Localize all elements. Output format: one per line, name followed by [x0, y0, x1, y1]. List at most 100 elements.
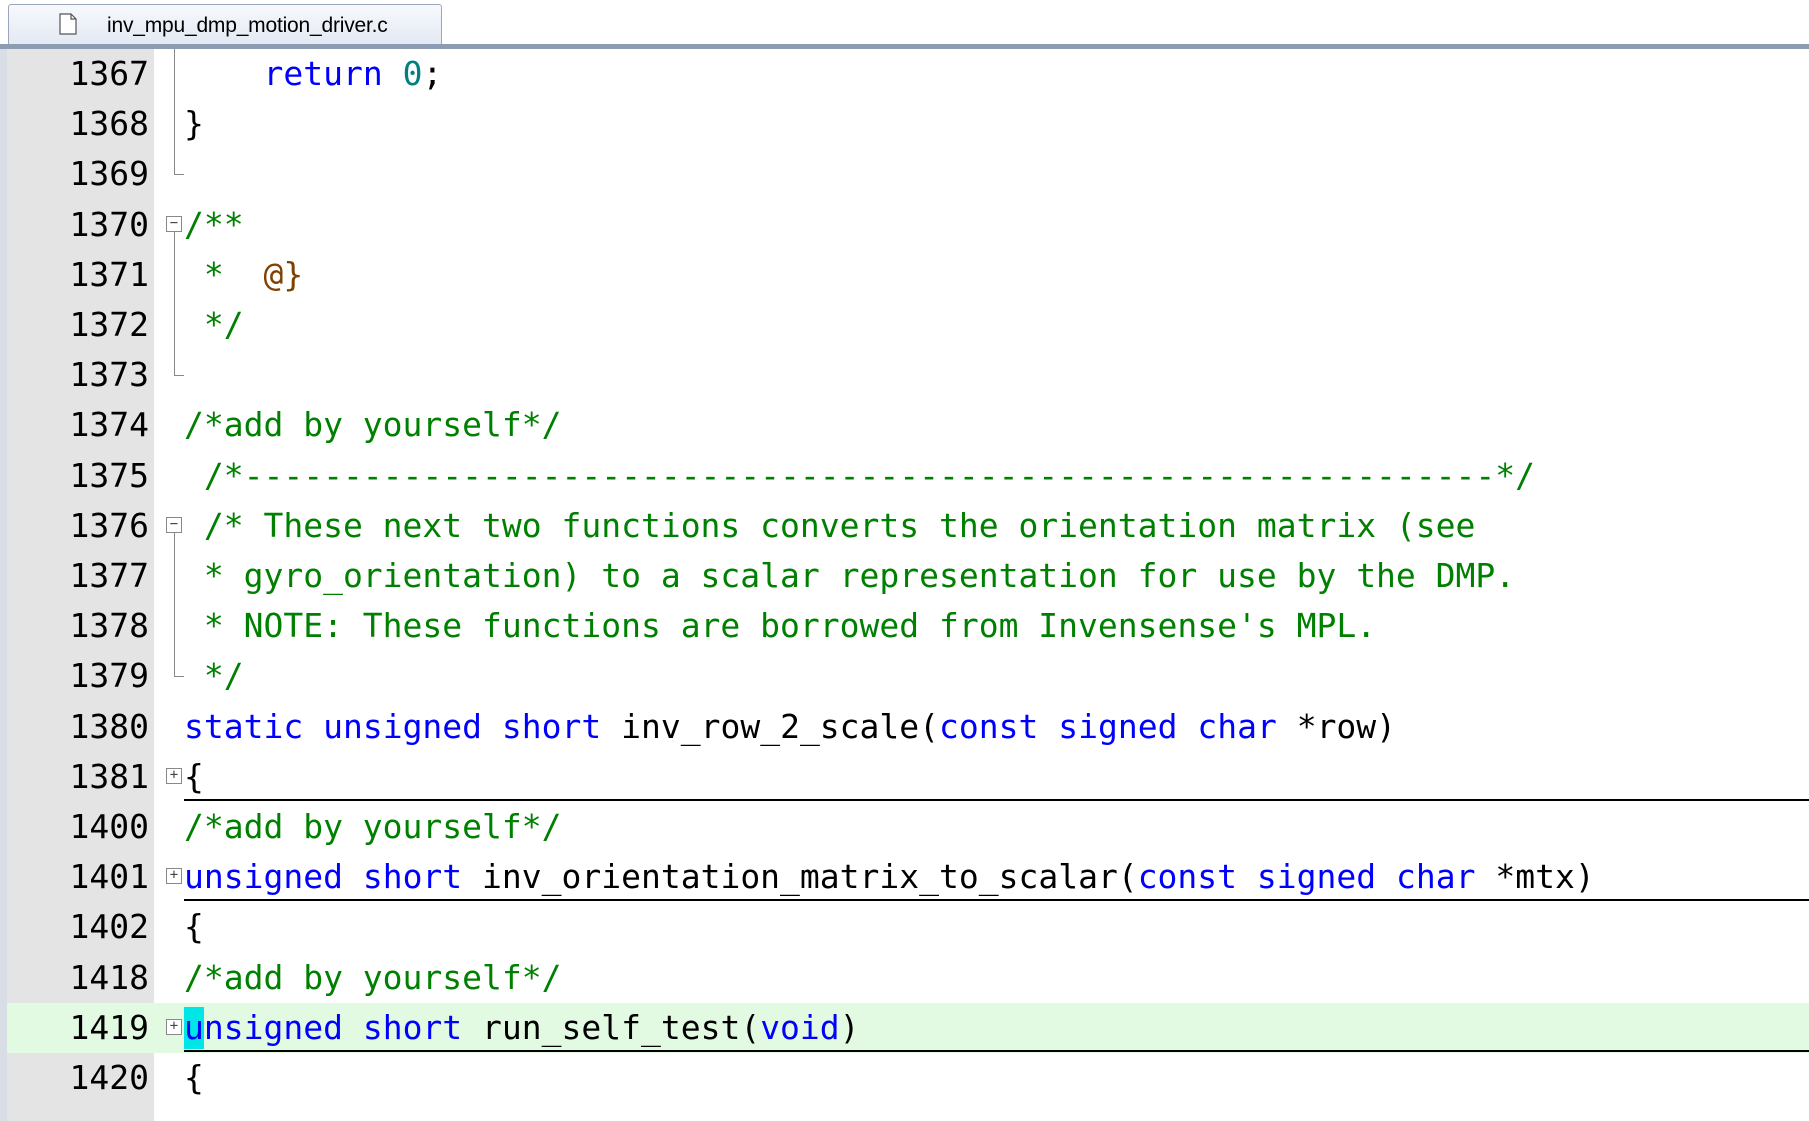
code-text: * gyro_orientation) to a scalar represen…: [184, 551, 1515, 601]
code-line[interactable]: 1367 return 0;: [7, 49, 1809, 99]
fold-expand-icon[interactable]: +: [166, 868, 182, 885]
fold-collapse-icon[interactable]: −: [166, 215, 182, 232]
code-line[interactable]: 1419 + unsigned short run_self_test(void): [7, 1002, 1809, 1053]
code-line[interactable]: 1376− /* These next two functions conver…: [7, 501, 1809, 551]
code-line[interactable]: 1378 * NOTE: These functions are borrowe…: [7, 601, 1809, 652]
code-text: /*--------------------------------------…: [184, 451, 1535, 501]
line-number: 1373: [69, 355, 149, 395]
code-token: /*add by yourself*/: [184, 807, 562, 846]
code-text: * @}: [184, 250, 303, 300]
code-token: /**: [184, 204, 244, 244]
code-text: }: [184, 99, 204, 149]
tab-bar: inv_mpu_dmp_motion_driver.c: [0, 0, 1809, 44]
code-token: char: [1396, 857, 1476, 897]
code-token: *: [184, 254, 264, 294]
fold-margin: [154, 601, 184, 652]
code-line[interactable]: 1372 */: [7, 300, 1809, 350]
line-number: 1368: [69, 104, 149, 144]
code-line[interactable]: 1381 +{: [7, 752, 1809, 802]
code-text: /*add by yourself*/: [184, 802, 562, 852]
code-line[interactable]: 1377 * gyro_orientation) to a scalar rep…: [7, 551, 1809, 601]
code-line[interactable]: 1373: [7, 350, 1809, 400]
fold-margin: [154, 1053, 184, 1103]
code-token: const: [1137, 857, 1238, 897]
code-token: signed: [1256, 857, 1377, 897]
line-number: 1380: [69, 706, 149, 746]
tab-file[interactable]: inv_mpu_dmp_motion_driver.c: [8, 4, 442, 44]
line-number: 1376: [69, 505, 149, 545]
code-line[interactable]: 1371 * @}: [7, 249, 1809, 300]
code-line[interactable]: 1374 /*add by yourself*/: [7, 400, 1809, 450]
fold-margin: [154, 953, 184, 1003]
code-token: signed: [1058, 706, 1178, 746]
fold-margin: [154, 49, 184, 99]
code-token: void: [760, 1007, 840, 1047]
line-number: 1420: [69, 1058, 149, 1097]
line-number: 1369: [69, 154, 149, 194]
code-line[interactable]: 1420 {: [7, 1053, 1809, 1103]
fold-collapse-icon[interactable]: −: [166, 516, 182, 533]
fold-margin: [154, 651, 184, 701]
editor-frame: [0, 49, 7, 1121]
code-token: /* These next two functions converts the…: [184, 505, 1476, 545]
fold-margin: [154, 300, 184, 350]
line-number: 1379: [69, 656, 149, 696]
code-text: * NOTE: These functions are borrowed fro…: [184, 601, 1376, 651]
line-number: 1375: [69, 455, 149, 495]
line-number: 1402: [69, 907, 149, 947]
fold-expand-icon[interactable]: +: [166, 1018, 182, 1035]
code-line[interactable]: 1379 */: [7, 651, 1809, 701]
code-line[interactable]: 1380 static unsigned short inv_row_2_scal…: [7, 702, 1809, 752]
line-number: 1374: [69, 405, 149, 445]
fold-margin: [154, 802, 184, 852]
code-editor[interactable]: 1367 return 0; 1368} 1369 1370−/** 1371 * @}…: [7, 49, 1809, 1121]
code-token: unsigned: [323, 706, 483, 746]
code-line[interactable]: 1402 {: [7, 902, 1809, 952]
code-line[interactable]: 1400 /*add by yourself*/: [7, 802, 1809, 852]
folded-block-marker: [184, 1049, 1809, 1052]
fold-margin: [154, 551, 184, 601]
code-text: /*add by yourself*/: [184, 953, 562, 1003]
line-number: 1378: [69, 606, 149, 646]
code-line[interactable]: 1370−/**: [7, 200, 1809, 250]
code-token: return: [263, 54, 383, 93]
code-token: /*--------------------------------------…: [184, 455, 1536, 495]
tab-filename: inv_mpu_dmp_motion_driver.c: [107, 14, 388, 37]
code-token: unsigned: [184, 857, 343, 897]
code-token: {: [184, 756, 204, 796]
fold-margin: +: [154, 1003, 184, 1053]
code-text: /*add by yourself*/: [184, 400, 562, 450]
code-text: {: [184, 752, 204, 802]
code-text: unsigned short inv_orientation_matrix_to…: [184, 852, 1595, 902]
code-text: unsigned short run_self_test(void): [184, 1003, 860, 1053]
fold-margin: +: [154, 752, 184, 802]
code-line[interactable]: 1368}: [7, 99, 1809, 150]
code-token: * gyro_orientation) to a scalar represen…: [184, 556, 1516, 595]
code-token: unsigned: [184, 1007, 343, 1047]
code-token: const: [939, 706, 1039, 746]
code-token: *mtx): [1475, 857, 1595, 897]
code-line[interactable]: 1401 + unsigned short inv_orientation_matr…: [7, 852, 1809, 902]
fold-margin: +: [154, 852, 184, 902]
folded-block-marker: [184, 798, 1809, 801]
fold-margin: [154, 350, 184, 400]
code-line[interactable]: 1369: [7, 149, 1809, 199]
code-text: {: [184, 902, 204, 952]
fold-expand-icon[interactable]: +: [166, 767, 182, 784]
code-token: short: [501, 706, 602, 746]
code-line[interactable]: 1375 /*---------------------------------…: [7, 451, 1809, 501]
code-token: 0: [402, 54, 423, 93]
code-token: static: [184, 706, 304, 746]
code-text: */: [184, 300, 244, 350]
code-line[interactable]: 1418 /*add by yourself*/: [7, 953, 1809, 1003]
code-token: {: [184, 907, 204, 947]
line-number: 1400: [69, 807, 149, 846]
